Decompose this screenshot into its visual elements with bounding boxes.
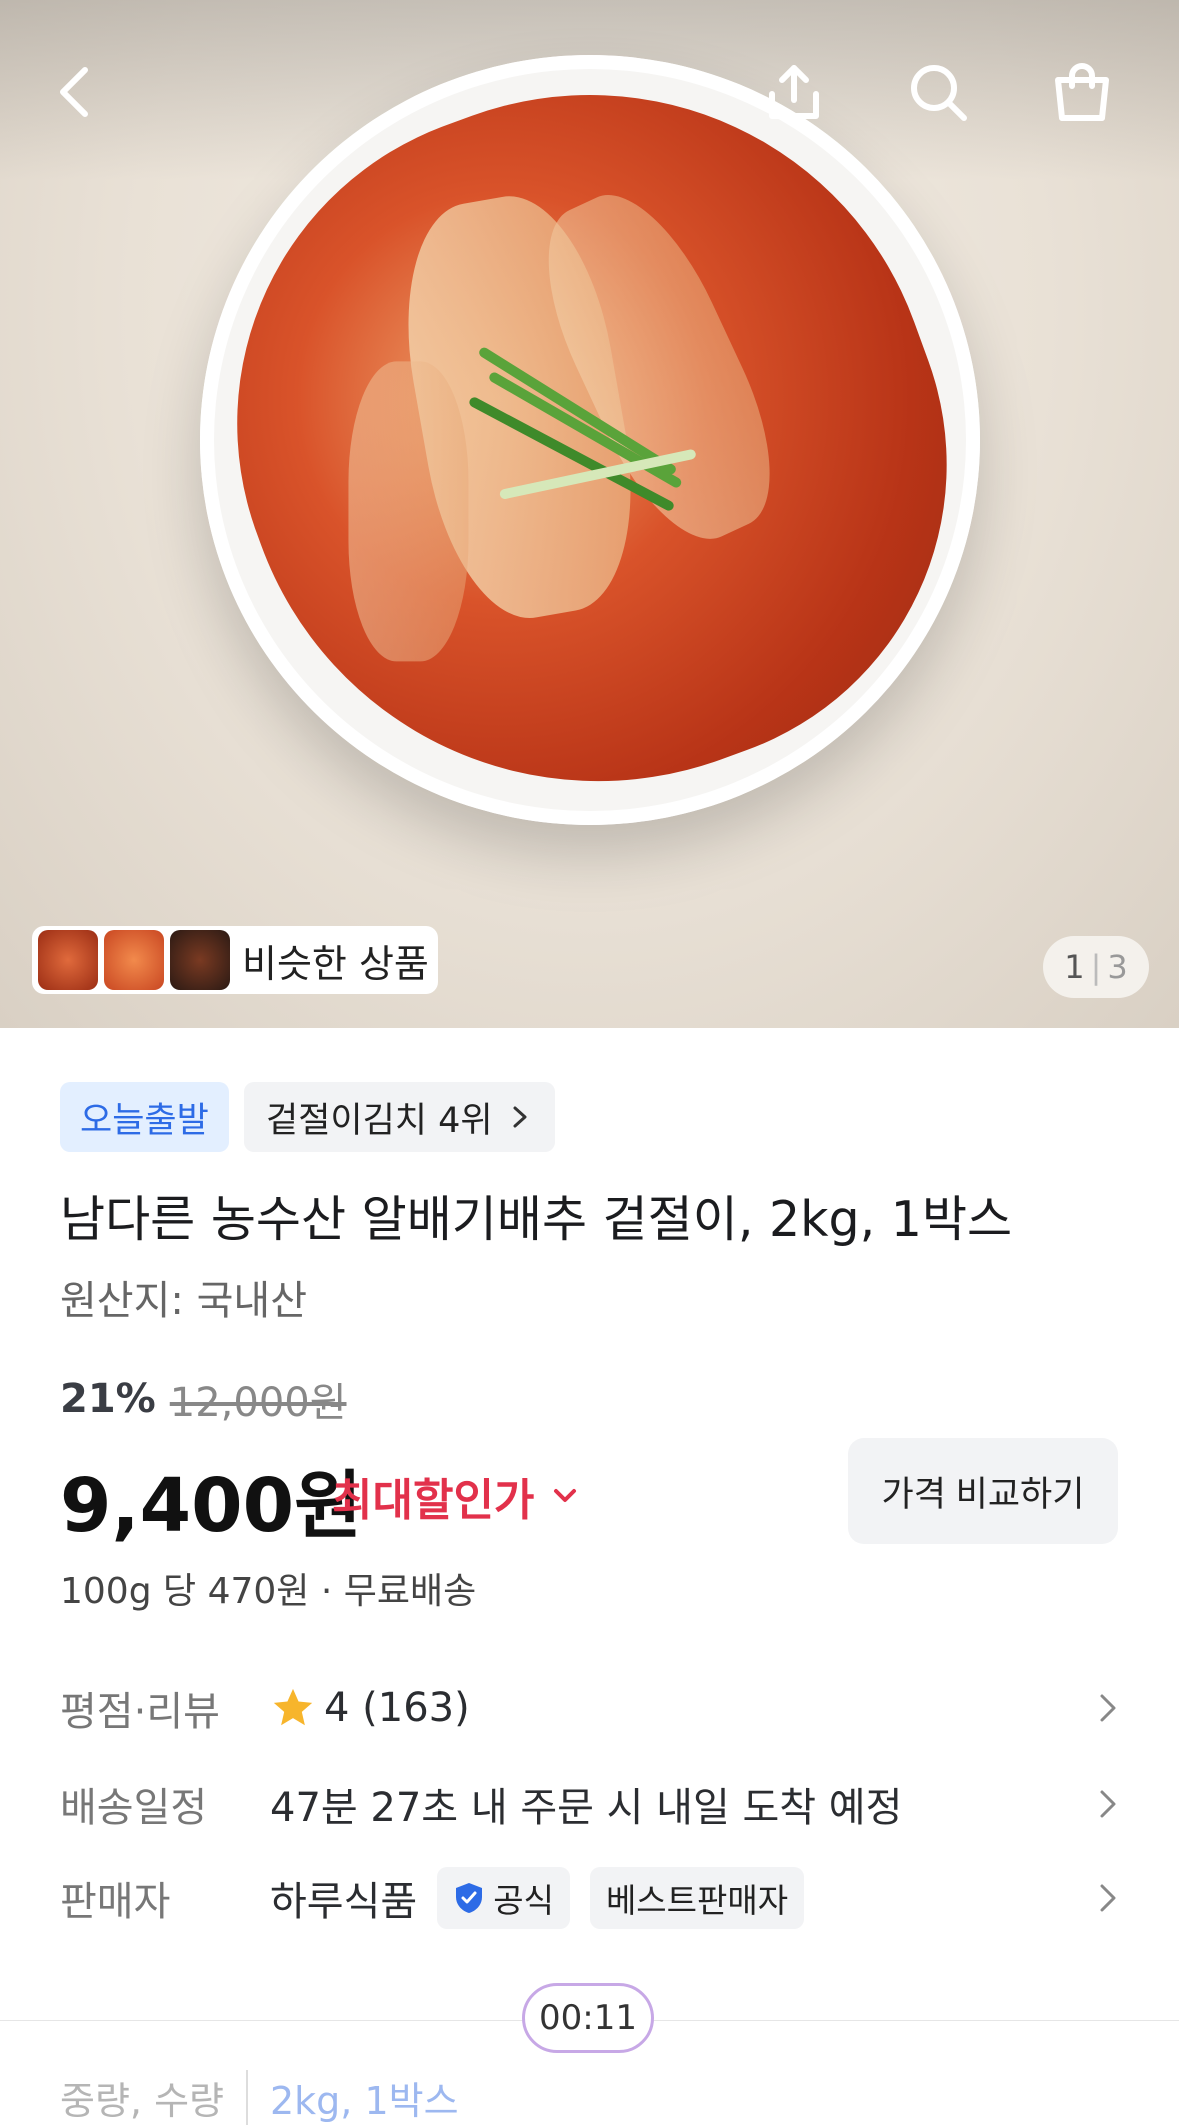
rating-value: 4 (163) [324,1685,470,1731]
product-origin: 원산지: 국내산 [60,1278,307,1324]
similar-products-button[interactable]: 비슷한 상품 [32,926,438,994]
seller-value-group: 하루식품 공식 베스트판매자 [270,1867,805,1929]
page-total: 3 [1107,948,1128,986]
seller-row[interactable]: 판매자 하루식품 공식 베스트판매자 [60,1858,1120,1938]
seller-label: 판매자 [60,1879,171,1925]
product-title: 남다른 농수산 알배기배추 겉절이, 2kg, 1박스 [60,1191,1013,1248]
delivery-schedule-row[interactable]: 배송일정 47분 27초 내 주문 시 내일 도착 예정 [60,1764,1120,1844]
delivery-label: 배송일정 [60,1785,208,1831]
star-icon [273,1688,313,1726]
rating-label: 평점·리뷰 [60,1689,220,1735]
rating-value-group: 4 (163) [270,1685,470,1731]
category-rank-badge[interactable]: 겉절이김치 4위 [244,1082,555,1152]
back-button[interactable] [36,52,116,132]
best-seller-tag: 베스트판매자 [589,1867,805,1929]
max-discount-dropdown[interactable]: 최대할인가 [332,1464,582,1528]
current-price: 9,400원 [60,1463,363,1549]
page-current: 1 [1064,948,1085,986]
timer-badge[interactable]: 00:11 [522,1983,654,2053]
share-icon [769,65,819,119]
price-compare-button[interactable]: 가격 비교하기 [848,1438,1118,1544]
similar-products-label: 비슷한 상품 [242,941,429,986]
shopping-bag-icon [1055,63,1109,121]
share-button[interactable] [754,52,834,132]
back-arrow-icon [60,67,88,117]
max-discount-label: 최대할인가 [332,1475,535,1526]
image-page-indicator: 1 | 3 [1043,936,1149,998]
chevron-down-icon [554,1489,577,1502]
similar-product-thumbnail [104,930,164,990]
search-button[interactable] [898,52,978,132]
discount-percent: 21% [60,1376,156,1422]
discount-row: 21% 12,000원 [60,1370,347,1428]
product-image-carousel[interactable]: 비슷한 상품 1 | 3 [0,0,1179,1028]
verified-shield-icon [456,1883,483,1913]
chevron-right-icon [1100,1884,1116,1912]
chevron-right-icon [513,1106,527,1128]
unit-price-shipping: 100g 당 470원 · 무료배송 [60,1571,477,1612]
category-rank-label: 겉절이김치 4위 [266,1100,493,1141]
chevron-right-icon [1100,1790,1116,1818]
delivery-value: 47분 27초 내 주문 시 내일 도착 예정 [270,1785,903,1831]
similar-product-thumbnail [38,930,98,990]
rating-review-row[interactable]: 평점·리뷰 4 (163) [60,1668,1120,1748]
seller-name: 하루식품 [270,1879,418,1925]
official-seller-tag: 공식 [437,1867,570,1929]
search-icon [911,65,967,121]
page-separator: | [1090,948,1102,986]
option-value: 2kg, 1박스 [246,2070,459,2125]
option-label: 중량, 수량 [60,2079,224,2123]
original-price: 12,000원 [169,1380,347,1426]
today-shipping-badge: 오늘출발 [60,1082,229,1152]
official-tag-label: 공식 [493,1881,554,1920]
similar-product-thumbnail [170,930,230,990]
option-row[interactable]: 중량, 수량 2kg, 1박스 [60,2070,459,2125]
chevron-right-icon [1100,1694,1116,1722]
cart-button[interactable] [1042,52,1122,132]
